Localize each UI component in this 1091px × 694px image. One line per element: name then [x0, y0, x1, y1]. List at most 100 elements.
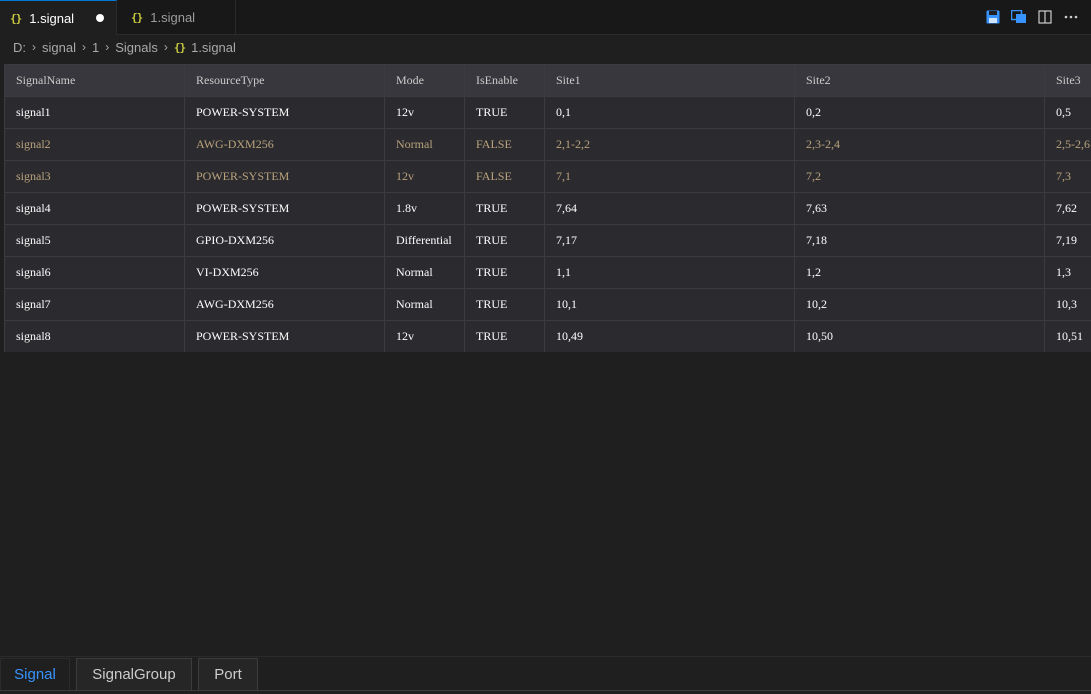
column-header-resourcetype[interactable]: ResourceType	[184, 64, 385, 97]
column-header-mode[interactable]: Mode	[384, 64, 465, 97]
table-cell-signalname[interactable]: signal1	[4, 96, 185, 129]
table-cell-signalname[interactable]: signal5	[4, 224, 185, 257]
table-row[interactable]: signal8 POWER-SYSTEM 12v TRUE 10,49 10,50 10,5…	[4, 320, 1091, 352]
table-row[interactable]: signal3 POWER-SYSTEM 12v FALSE 7,1 7,2 7,3	[4, 160, 1091, 193]
table-row[interactable]: signal6 VI-DXM256 Normal TRUE 1,1 1,2 1,3	[4, 256, 1091, 289]
table-cell-mode[interactable]: Normal	[384, 128, 465, 161]
table-cell-site3[interactable]: 10,51	[1044, 320, 1091, 352]
chevron-right-icon: ›	[81, 40, 86, 54]
unsaved-dot-icon[interactable]	[96, 14, 104, 22]
table-cell-signalname[interactable]: signal8	[4, 320, 185, 352]
table-cell-mode[interactable]: Differential	[384, 224, 465, 257]
table-cell-site3[interactable]: 10,3	[1044, 288, 1091, 321]
table-cell-resourcetype[interactable]: POWER-SYSTEM	[184, 320, 385, 352]
table-cell-site3[interactable]: 2,5-2,6	[1044, 128, 1091, 161]
table-cell-site1[interactable]: 7,1	[544, 160, 795, 193]
table-cell-site1[interactable]: 7,17	[544, 224, 795, 257]
tab-1-signal[interactable]: {} 1.signal	[117, 0, 236, 35]
table-cell-isenable[interactable]: FALSE	[464, 160, 545, 193]
table-row[interactable]: signal2 AWG-DXM256 Normal FALSE 2,1-2,2 2,3-2…	[4, 128, 1091, 161]
table-cell-site2[interactable]: 10,50	[794, 320, 1045, 352]
table-cell-site1[interactable]: 10,1	[544, 288, 795, 321]
table-cell-site3[interactable]: 7,3	[1044, 160, 1091, 193]
breadcrumb-folder-signal[interactable]: signal	[42, 40, 76, 55]
table-cell-resourcetype[interactable]: VI-DXM256	[184, 256, 385, 289]
chevron-right-icon: ›	[32, 40, 36, 54]
copy-icon[interactable]	[1009, 7, 1029, 27]
breadcrumb-file[interactable]: 1.signal	[191, 40, 236, 55]
table-cell-mode[interactable]: 12v	[384, 160, 465, 193]
breadcrumb-drive[interactable]: D:	[13, 40, 26, 55]
sheet-tab-signal[interactable]: Signal	[0, 658, 70, 690]
json-braces-icon: {}	[10, 11, 22, 25]
table-cell-resourcetype[interactable]: POWER-SYSTEM	[184, 96, 385, 129]
split-editor-icon[interactable]	[1035, 7, 1055, 27]
table-cell-isenable[interactable]: TRUE	[464, 224, 545, 257]
tab-1-signal-active[interactable]: {} 1.signal	[0, 0, 117, 35]
editor-actions	[983, 0, 1091, 34]
table-cell-mode[interactable]: 1.8v	[384, 192, 465, 225]
table-cell-site3[interactable]: 7,19	[1044, 224, 1091, 257]
sheet-tab-bar: Signal SignalGroup Port	[0, 656, 1091, 694]
table-cell-site1[interactable]: 2,1-2,2	[544, 128, 795, 161]
sheet-tab-divider	[0, 690, 1091, 691]
table-cell-isenable[interactable]: TRUE	[464, 320, 545, 352]
table-cell-isenable[interactable]: FALSE	[464, 128, 545, 161]
table-cell-site2[interactable]: 7,2	[794, 160, 1045, 193]
table-cell-site1[interactable]: 1,1	[544, 256, 795, 289]
column-header-signalname[interactable]: SignalName	[4, 64, 185, 97]
table-row[interactable]: signal1 POWER-SYSTEM 12v TRUE 0,1 0,2 0,5	[4, 96, 1091, 129]
table-cell-resourcetype[interactable]: POWER-SYSTEM	[184, 160, 385, 193]
table-cell-mode[interactable]: 12v	[384, 96, 465, 129]
table-cell-site1[interactable]: 0,1	[544, 96, 795, 129]
breadcrumb-folder-signals[interactable]: Signals	[115, 40, 158, 55]
table-cell-resourcetype[interactable]: AWG-DXM256	[184, 128, 385, 161]
table-cell-mode[interactable]: Normal	[384, 256, 465, 289]
table-cell-site2[interactable]: 7,18	[794, 224, 1045, 257]
table-cell-site1[interactable]: 7,64	[544, 192, 795, 225]
table-cell-site2[interactable]: 10,2	[794, 288, 1045, 321]
table-row[interactable]: signal5 GPIO-DXM256 Differential TRUE 7,17 7,…	[4, 224, 1091, 257]
signal-table-container[interactable]: SignalName ResourceType Mode IsEnable Si…	[4, 64, 1091, 352]
save-icon[interactable]	[983, 7, 1003, 27]
table-cell-site2[interactable]: 1,2	[794, 256, 1045, 289]
table-cell-resourcetype[interactable]: AWG-DXM256	[184, 288, 385, 321]
table-cell-site3[interactable]: 0,5	[1044, 96, 1091, 129]
sheet-tab-signalgroup[interactable]: SignalGroup	[76, 658, 192, 690]
signal-table: SignalName ResourceType Mode IsEnable Si…	[4, 64, 1091, 352]
table-cell-site2[interactable]: 2,3-2,4	[794, 128, 1045, 161]
table-cell-signalname[interactable]: signal7	[4, 288, 185, 321]
table-cell-site2[interactable]: 0,2	[794, 96, 1045, 129]
column-header-site2[interactable]: Site2	[794, 64, 1045, 97]
table-cell-site2[interactable]: 7,63	[794, 192, 1045, 225]
table-body: signal1 POWER-SYSTEM 12v TRUE 0,1 0,2 0,5 signa…	[4, 96, 1091, 352]
chevron-right-icon: ›	[163, 40, 168, 54]
table-cell-resourcetype[interactable]: GPIO-DXM256	[184, 224, 385, 257]
table-row[interactable]: signal7 AWG-DXM256 Normal TRUE 10,1 10,2 10,3	[4, 288, 1091, 321]
more-actions-icon[interactable]	[1061, 7, 1081, 27]
table-cell-site3[interactable]: 7,62	[1044, 192, 1091, 225]
table-cell-isenable[interactable]: TRUE	[464, 288, 545, 321]
table-cell-isenable[interactable]: TRUE	[464, 256, 545, 289]
json-braces-icon: {}	[173, 40, 186, 54]
table-cell-mode[interactable]: Normal	[384, 288, 465, 321]
table-cell-site3[interactable]: 1,3	[1044, 256, 1091, 289]
table-cell-isenable[interactable]: TRUE	[464, 192, 545, 225]
sheet-tab-port[interactable]: Port	[198, 658, 258, 690]
table-row[interactable]: signal4 POWER-SYSTEM 1.8v TRUE 7,64 7,63 7,62	[4, 192, 1091, 225]
column-header-site1[interactable]: Site1	[544, 64, 795, 97]
column-header-site3[interactable]: Site3	[1044, 64, 1091, 97]
table-cell-isenable[interactable]: TRUE	[464, 96, 545, 129]
breadcrumb-folder-1[interactable]: 1	[92, 40, 99, 55]
column-header-isenable[interactable]: IsEnable	[464, 64, 545, 97]
table-cell-resourcetype[interactable]: POWER-SYSTEM	[184, 192, 385, 225]
table-cell-signalname[interactable]: signal6	[4, 256, 185, 289]
editor-tab-bar: {} 1.signal {} 1.signal	[0, 0, 1091, 35]
table-cell-site1[interactable]: 10,49	[544, 320, 795, 352]
json-braces-icon: {}	[131, 11, 143, 24]
table-cell-signalname[interactable]: signal3	[4, 160, 185, 193]
tab-label: 1.signal	[150, 10, 196, 25]
table-cell-signalname[interactable]: signal2	[4, 128, 185, 161]
table-cell-signalname[interactable]: signal4	[4, 192, 185, 225]
table-cell-mode[interactable]: 12v	[384, 320, 465, 352]
